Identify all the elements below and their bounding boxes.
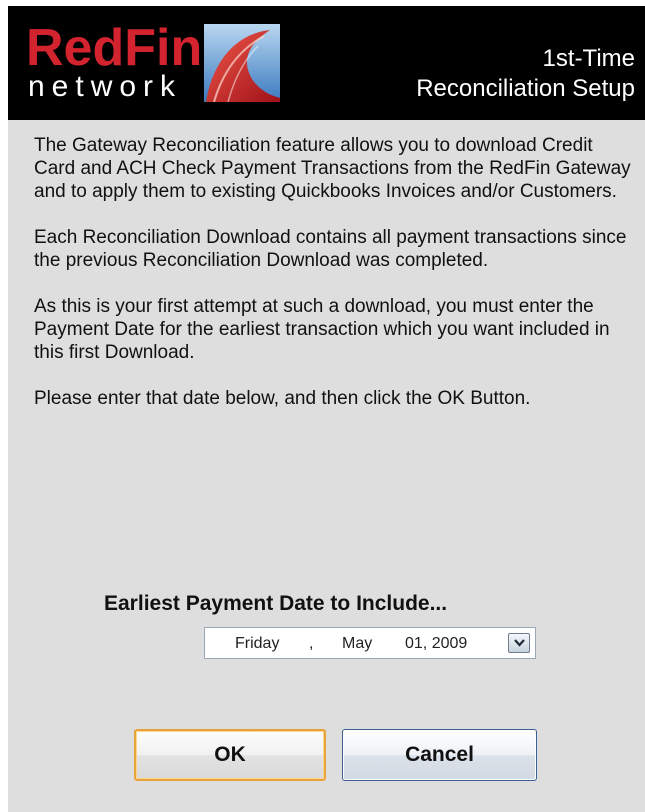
instruction-paragraph: Each Reconciliation Download contains al…	[34, 227, 627, 271]
window: RedFin network 1st-Time Reconciliation S…	[0, 0, 645, 812]
date-day-year[interactable]: 01, 2009	[405, 635, 467, 653]
reconciliation-setup-dialog: RedFin network 1st-Time Reconciliation S…	[8, 6, 645, 812]
date-field-label: Earliest Payment Date to Include...	[104, 592, 448, 615]
dialog-title-line2: Reconciliation Setup	[416, 75, 635, 102]
fin-icon	[204, 24, 280, 102]
date-month[interactable]: May	[342, 635, 372, 653]
date-separator: ,	[309, 635, 314, 652]
instructions-text: The Gateway Reconciliation feature allow…	[34, 134, 639, 433]
cancel-button[interactable]: Cancel	[342, 729, 537, 781]
logo-brand-text: RedFin	[26, 19, 203, 77]
logo-sub-text: network	[28, 70, 183, 103]
date-dropdown-button[interactable]	[508, 633, 530, 653]
payment-date-picker[interactable]: Friday , May 01, 2009	[204, 627, 536, 659]
date-weekday[interactable]: Friday	[235, 635, 279, 653]
dialog-title: 1st-Time Reconciliation Setup	[416, 44, 635, 104]
instruction-paragraph: Please enter that date below, and then c…	[34, 388, 531, 409]
dialog-header: RedFin network 1st-Time Reconciliation S…	[8, 6, 645, 120]
chevron-down-icon	[514, 639, 525, 647]
dialog-title-line1: 1st-Time	[542, 45, 635, 72]
redfin-logo: RedFin network	[26, 20, 286, 110]
ok-button[interactable]: OK	[134, 729, 326, 781]
instruction-paragraph: The Gateway Reconciliation feature allow…	[34, 135, 631, 202]
instruction-paragraph: As this is your first attempt at such a …	[34, 296, 610, 363]
